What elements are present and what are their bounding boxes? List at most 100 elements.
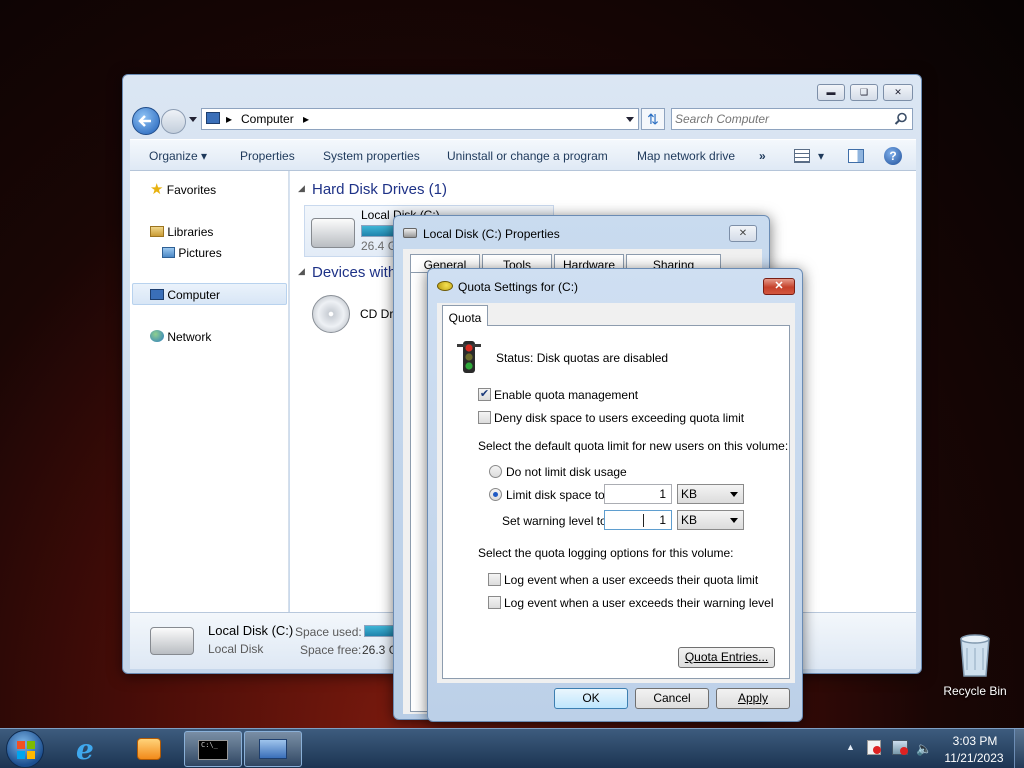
close-button[interactable]: ✕ [763,278,795,295]
show-desktop-button[interactable] [1014,729,1024,768]
taskbar-internet-explorer[interactable]: e [62,731,120,767]
properties-button[interactable]: Properties [240,149,295,163]
clock-time[interactable]: 3:03 PM [944,734,1006,748]
no-limit-radio[interactable] [489,465,502,478]
nav-pictures[interactable]: Pictures [162,246,222,260]
warning-level-label: Set warning level to [502,514,607,528]
recycle-bin-label: Recycle Bin [943,684,1007,698]
group-header-hdd[interactable]: Hard Disk Drives (1) [312,181,447,198]
collapse-group-icon[interactable]: ◢ [298,183,305,194]
disk-quota-icon [437,281,453,291]
recent-pages-dropdown[interactable] [189,117,197,122]
nav-computer[interactable]: Computer [132,283,287,305]
warning-value-input[interactable]: 1 [604,510,672,530]
limit-unit-select[interactable]: KB [677,484,744,504]
nav-favorites[interactable]: ★ Favorites [150,180,216,198]
cd-drive-icon [312,295,350,333]
breadcrumb-computer[interactable]: Computer [241,109,294,129]
computer-icon [206,112,220,124]
close-button[interactable]: ✕ [883,84,913,101]
library-icon [150,226,164,237]
show-hidden-icons-icon[interactable]: ▲ [846,742,855,752]
view-dropdown-icon[interactable]: ▾ [818,149,824,163]
taskbar-media-player[interactable] [122,731,180,767]
minimize-button[interactable]: ▬ [817,84,845,101]
enable-quota-label[interactable]: Enable quota management [494,388,638,402]
maximize-button[interactable]: ❑ [850,84,878,101]
close-button[interactable]: ✕ [729,225,757,242]
quota-title: Quota Settings for (C:) [458,280,579,294]
properties-title: Local Disk (C:) Properties [423,227,560,241]
limit-space-label[interactable]: Limit disk space to [506,488,605,502]
apply-button[interactable]: Apply [716,688,790,709]
quota-body: Quota Status: Disk quotas are disabled ✔… [437,303,795,683]
search-icon[interactable] [894,112,908,126]
address-bar[interactable]: ▸ Computer ▸ [201,108,639,130]
preview-pane-icon[interactable] [848,149,864,163]
logging-heading: Select the quota logging options for thi… [478,546,734,560]
navigation-pane: ★ Favorites Libraries Pictures Computer … [130,171,289,612]
start-button[interactable] [6,730,44,768]
breadcrumb-chevron-icon[interactable]: ▸ [303,109,309,129]
recycle-bin[interactable]: Recycle Bin [940,630,1010,700]
enable-quota-checkbox[interactable]: ✔ [478,388,491,401]
cancel-button[interactable]: Cancel [635,688,709,709]
taskbar: e C:\_ ▲ 🔈 3:03 PM 11/21/2023 [0,728,1024,768]
warning-unit-select[interactable]: KB [677,510,744,530]
drive-icon [403,228,417,238]
uninstall-program-button[interactable]: Uninstall or change a program [447,149,608,163]
default-limit-heading: Select the default quota limit for new u… [478,439,789,453]
windows-logo-icon [17,741,35,759]
search-box[interactable] [671,108,913,130]
help-icon[interactable]: ? [884,147,902,165]
log-warning-level-label[interactable]: Log event when a user exceeds their warn… [504,596,774,610]
chevron-down-icon [730,518,738,523]
more-commands-button[interactable]: » [759,149,766,163]
deny-space-label[interactable]: Deny disk space to users exceeding quota… [494,411,744,425]
volume-muted-icon[interactable]: 🔈 [916,741,932,757]
tab-quota[interactable]: Quota [442,305,488,326]
limit-space-radio[interactable] [489,488,502,501]
change-view-icon[interactable] [794,149,810,163]
collapse-group-icon[interactable]: ◢ [298,266,305,277]
organize-menu[interactable]: Organize ▾ [149,149,207,163]
media-player-icon [137,738,161,760]
recycle-bin-icon [960,634,990,677]
computer-icon [259,739,287,759]
drive-item-cd[interactable]: CD Dr [304,289,404,339]
limit-value-input[interactable]: 1 [604,484,672,504]
details-space-free-label: Space free: [300,643,362,657]
details-drive-name: Local Disk (C:) [208,623,294,638]
log-warning-level-checkbox[interactable] [488,596,501,609]
log-quota-limit-checkbox[interactable] [488,573,501,586]
no-limit-label[interactable]: Do not limit disk usage [506,465,627,479]
map-network-drive-button[interactable]: Map network drive [637,149,735,163]
quota-entries-button[interactable]: Quota Entries... [678,647,775,668]
address-dropdown-icon[interactable] [626,117,634,122]
back-button[interactable] [132,107,160,135]
log-quota-limit-label[interactable]: Log event when a user exceeds their quot… [504,573,758,587]
command-prompt-icon: C:\_ [198,740,228,760]
clock-date[interactable]: 11/21/2023 [938,751,1010,765]
nav-libraries[interactable]: Libraries [150,225,213,239]
quota-status-text: Status: Disk quotas are disabled [496,351,669,365]
network-tray-icon[interactable] [892,740,908,755]
system-properties-button[interactable]: System properties [323,149,420,163]
group-header-devices[interactable]: Devices with [312,264,396,281]
deny-space-checkbox[interactable] [478,411,491,424]
back-arrow-icon [138,115,151,127]
star-icon: ★ [150,181,164,198]
network-icon [150,330,164,342]
internet-explorer-icon: e [76,733,94,766]
taskbar-command-prompt[interactable]: C:\_ [184,731,242,767]
ok-button[interactable]: OK [554,688,628,709]
forward-button[interactable] [161,109,186,134]
traffic-light-icon [457,341,481,373]
nav-network[interactable]: Network [150,330,211,344]
command-bar: Organize ▾ Properties System properties … [130,139,916,171]
refresh-button[interactable]: ⇅ [641,108,665,130]
taskbar-explorer[interactable] [244,731,302,767]
action-center-flag-icon[interactable] [867,740,881,755]
search-input[interactable] [675,110,885,128]
cd-drive-name: CD Dr [360,307,394,321]
